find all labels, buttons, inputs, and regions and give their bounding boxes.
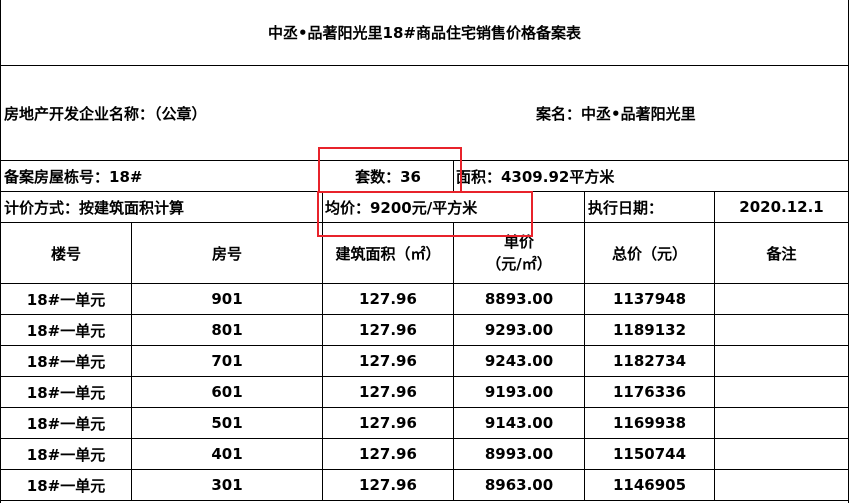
row-area-cell: 127.96 [323, 315, 454, 346]
row-building-cell: 18#一单元 [1, 346, 132, 377]
header-room: 房号 [132, 223, 323, 284]
total-area-label: 面积：4309.92平方米 [454, 161, 848, 192]
header-unit-price: 单价 （元/㎡） [454, 223, 585, 284]
row-area-cell: 127.96 [323, 470, 454, 501]
row-total-cell: 1146905 [585, 470, 715, 501]
row-total-cell: 1176336 [585, 377, 715, 408]
header-building: 楼号 [1, 223, 132, 284]
developer-label: 房地产开发企业名称：（公章） [1, 66, 528, 161]
row-area-cell: 127.96 [323, 284, 454, 315]
execution-date-label: 执行日期： [585, 192, 715, 223]
row-remark-cell [715, 315, 848, 346]
row-unit-price-cell: 8993.00 [454, 439, 585, 470]
header-unit-price-line1: 单价 [503, 233, 534, 251]
sheet-right-border [848, 0, 849, 503]
row-building-cell: 18#一单元 [1, 315, 132, 346]
row-total-cell: 1150744 [585, 439, 715, 470]
row-room-cell: 401 [132, 439, 323, 470]
row-unit-price-cell: 8963.00 [454, 470, 585, 501]
row-unit-price-cell: 9143.00 [454, 408, 585, 439]
pricing-method-label: 计价方式：按建筑面积计算 [1, 192, 323, 223]
row-total-cell: 1189132 [585, 315, 715, 346]
page-title: 中丞•品著阳光里18#商品住宅销售价格备案表 [1, 0, 848, 66]
row-building-cell: 18#一单元 [1, 284, 132, 315]
execution-date-value: 2020.12.1 [715, 192, 848, 223]
row-unit-price-cell: 9243.00 [454, 346, 585, 377]
row-room-cell: 501 [132, 408, 323, 439]
row-total-cell: 1137948 [585, 284, 715, 315]
row-unit-price-cell: 9293.00 [454, 315, 585, 346]
header-unit-price-line2: （元/㎡） [486, 255, 552, 273]
average-price-label: 均价：9200元/平方米 [323, 192, 585, 223]
row-area-cell: 127.96 [323, 346, 454, 377]
row-remark-cell [715, 346, 848, 377]
row-remark-cell [715, 408, 848, 439]
row-unit-price-cell: 9193.00 [454, 377, 585, 408]
row-room-cell: 801 [132, 315, 323, 346]
row-building-cell: 18#一单元 [1, 470, 132, 501]
row-remark-cell [715, 470, 848, 501]
header-remark: 备注 [715, 223, 848, 284]
row-room-cell: 701 [132, 346, 323, 377]
header-area: 建筑面积（㎡） [323, 223, 454, 284]
price-filing-sheet: 中丞•品著阳光里18#商品住宅销售价格备案表 房地产开发企业名称：（公章） 案名… [0, 0, 850, 503]
row-area-cell: 127.96 [323, 408, 454, 439]
building-number-label: 备案房屋栋号：18# [1, 161, 323, 192]
header-total-price: 总价（元） [585, 223, 715, 284]
row-building-cell: 18#一单元 [1, 408, 132, 439]
row-remark-cell [715, 439, 848, 470]
units-count-label: 套数：36 [323, 161, 454, 192]
row-room-cell: 601 [132, 377, 323, 408]
project-name-label: 案名：中丞•品著阳光里 [528, 66, 848, 161]
row-total-cell: 1169938 [585, 408, 715, 439]
row-total-cell: 1182734 [585, 346, 715, 377]
row-area-cell: 127.96 [323, 377, 454, 408]
row-unit-price-cell: 8893.00 [454, 284, 585, 315]
row-remark-cell [715, 284, 848, 315]
row-room-cell: 901 [132, 284, 323, 315]
row-area-cell: 127.96 [323, 439, 454, 470]
row-building-cell: 18#一单元 [1, 377, 132, 408]
row-building-cell: 18#一单元 [1, 439, 132, 470]
row-remark-cell [715, 377, 848, 408]
row-room-cell: 301 [132, 470, 323, 501]
